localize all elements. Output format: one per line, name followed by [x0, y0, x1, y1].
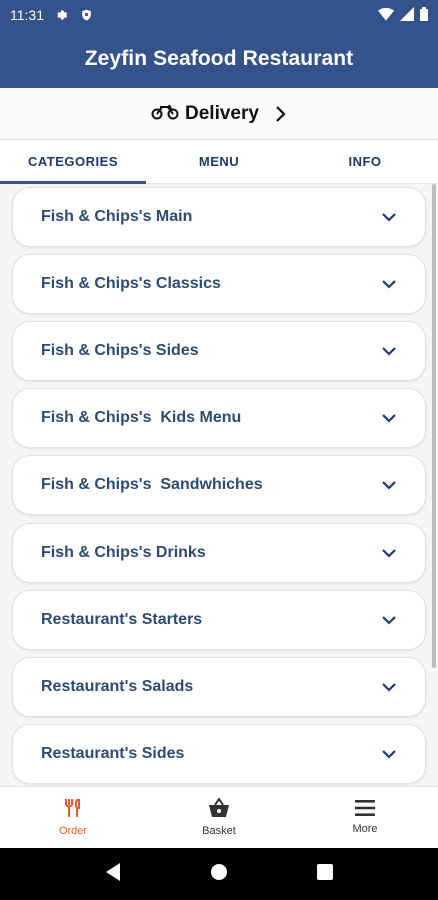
category-item[interactable]: Restaurant's Salads [12, 657, 426, 717]
status-bar: 11:31 [0, 0, 438, 30]
wifi-icon [378, 7, 394, 24]
category-item[interactable]: Fish & Chips's Drinks [12, 523, 426, 583]
category-label: Restaurant's Starters [41, 611, 203, 628]
category-label: Restaurant's Sides [41, 745, 185, 762]
app-bar: Zeyfin Seafood Restaurant [0, 30, 438, 88]
bottom-nav: Order Basket More [0, 786, 438, 848]
category-item[interactable]: Restaurant's Sides [12, 724, 426, 784]
category-item[interactable]: Restaurant's Starters [12, 590, 426, 650]
battery-icon [420, 6, 428, 24]
home-icon[interactable] [209, 862, 229, 887]
category-item[interactable]: Fish & Chips's Kids Menu [12, 388, 426, 448]
category-item[interactable]: Fish & Chips's Classics [12, 254, 426, 314]
chevron-down-icon [381, 682, 397, 692]
scrollbar[interactable] [432, 184, 436, 668]
delivery-label: Delivery [185, 102, 259, 124]
signal-icon [400, 6, 414, 24]
chevron-down-icon [381, 279, 397, 289]
nav-basket-label: Basket [202, 825, 236, 837]
category-label: Fish & Chips's Drinks [41, 544, 206, 561]
nav-more-label: More [352, 823, 378, 835]
delivery-selector[interactable]: Delivery [0, 88, 438, 140]
status-time: 11:31 [10, 7, 44, 23]
chevron-down-icon [381, 413, 397, 423]
chevron-down-icon [381, 480, 397, 490]
category-label: Fish & Chips's Sandwhiches [41, 476, 263, 493]
nav-more[interactable]: More [292, 787, 438, 848]
category-item[interactable]: Fish & Chips's Sides [12, 321, 426, 381]
category-label: Fish & Chips's Kids Menu [41, 409, 242, 426]
system-nav-bar [0, 848, 438, 900]
tab-info[interactable]: INFO [292, 140, 438, 183]
back-icon[interactable] [104, 862, 122, 887]
recents-icon[interactable] [316, 863, 334, 886]
category-item[interactable]: Fish & Chips's Main [12, 187, 426, 247]
status-icons [378, 6, 428, 24]
tab-bar: CATEGORIES MENU INFO [0, 140, 438, 184]
category-label: Restaurant's Salads [41, 678, 194, 695]
shield-icon [78, 7, 94, 23]
chevron-down-icon [381, 749, 397, 759]
chevron-down-icon [381, 346, 397, 356]
category-label: Fish & Chips's Sides [41, 342, 199, 359]
category-label: Fish & Chips's Main [41, 208, 193, 225]
tab-menu[interactable]: MENU [146, 140, 292, 183]
nav-order[interactable]: Order [0, 787, 146, 848]
menu-icon [355, 800, 375, 819]
chevron-down-icon [381, 615, 397, 625]
basket-icon [208, 797, 230, 821]
chevron-down-icon [381, 212, 397, 222]
chevron-down-icon [381, 548, 397, 558]
fork-knife-icon [63, 798, 83, 821]
category-list[interactable]: Fish & Chips's Main Fish & Chips's Class… [0, 184, 438, 786]
tab-categories[interactable]: CATEGORIES [0, 140, 146, 184]
category-label: Fish & Chips's Classics [41, 275, 221, 292]
category-item[interactable]: Fish & Chips's Sandwhiches [12, 455, 426, 515]
nav-basket[interactable]: Basket [146, 787, 292, 848]
chevron-right-icon [275, 105, 287, 123]
scooter-icon [151, 102, 179, 125]
nav-order-label: Order [58, 825, 88, 837]
restaurant-title: Zeyfin Seafood Restaurant [84, 47, 354, 70]
settings-gear-icon [54, 7, 70, 23]
